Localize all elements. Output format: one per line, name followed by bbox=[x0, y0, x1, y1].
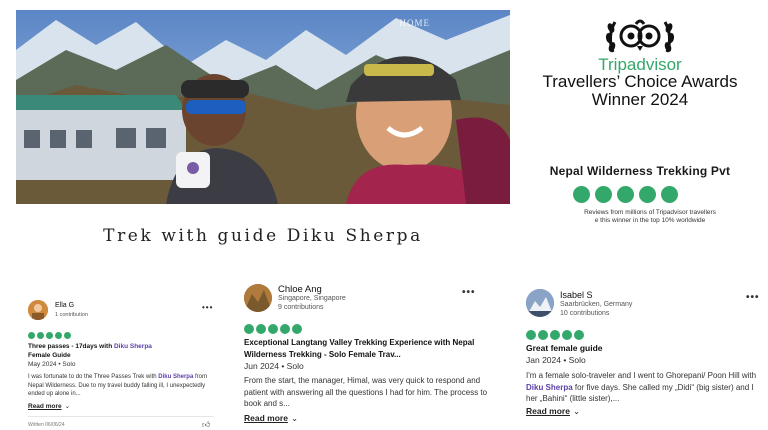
review-body: From the start, the manager, Himal, was … bbox=[244, 376, 488, 408]
review-rating bbox=[526, 330, 584, 340]
reviewer-location: Saarbrücken, Germany bbox=[560, 301, 633, 308]
review-card: Ella G 1 contribution ••• Three passes -… bbox=[22, 290, 218, 430]
reviewer-contributions: 1 contribution bbox=[55, 312, 89, 318]
hero-watermark: HOME bbox=[399, 18, 430, 28]
tripadvisor-laurel-icon bbox=[605, 14, 675, 56]
rating-bubble bbox=[538, 330, 548, 340]
more-options-icon[interactable]: ••• bbox=[202, 303, 213, 312]
thumbs-up-icon[interactable]: 👍︎ bbox=[202, 420, 210, 430]
review-body-highlight: Diku Sherpa bbox=[526, 382, 573, 392]
rating-bubble bbox=[573, 186, 590, 203]
review-date: Jan 2024 • Solo bbox=[526, 355, 586, 365]
rating-bubble bbox=[55, 332, 62, 339]
read-more-label: Read more bbox=[244, 413, 288, 423]
review-title[interactable]: Three passes - 17days with Diku Sherpa F… bbox=[28, 342, 214, 360]
company-note-line-1: Reviews from millions of Tripadvisor tra… bbox=[584, 209, 716, 216]
written-date: Written 06/06/24 bbox=[28, 422, 65, 428]
review-title-suffix: Female Guide bbox=[28, 352, 71, 359]
company-note: Reviews from millions of Tripadvisor tra… bbox=[560, 209, 740, 225]
review-body-text: I was fortunate to do the Three Passes T… bbox=[28, 374, 159, 380]
review-rating bbox=[244, 324, 302, 334]
review-title-highlight: Diku Sherpa bbox=[113, 343, 152, 350]
tripadvisor-award: Tripadvisor Travellers’ Choice Awards Wi… bbox=[520, 10, 760, 110]
reviewer-name[interactable]: Ella G bbox=[55, 302, 74, 309]
rating-bubble bbox=[639, 186, 656, 203]
rating-bubble bbox=[526, 330, 536, 340]
rating-bubble bbox=[28, 332, 35, 339]
reviewer-name[interactable]: Chloe Ang bbox=[278, 284, 322, 295]
rating-bubble bbox=[256, 324, 266, 334]
rating-bubble bbox=[64, 332, 71, 339]
review-body: I'm a female solo-traveler and I went to… bbox=[526, 370, 762, 405]
review-title-text: Three passes - 17days with bbox=[28, 343, 114, 350]
company-name: Nepal Wilderness Trekking Pvt bbox=[549, 164, 731, 178]
rating-bubble bbox=[37, 332, 44, 339]
rating-bubble bbox=[46, 332, 53, 339]
chevron-down-icon: ⌄ bbox=[64, 403, 71, 410]
rating-bubble bbox=[244, 324, 254, 334]
rating-bubble bbox=[661, 186, 678, 203]
avatar[interactable] bbox=[244, 284, 272, 312]
read-more-link[interactable]: Read more ⌄ bbox=[244, 413, 298, 424]
reviewer-contributions: 10 contributions bbox=[560, 310, 610, 317]
avatar[interactable] bbox=[28, 300, 48, 320]
rating-bubble bbox=[562, 330, 572, 340]
divider bbox=[28, 416, 214, 417]
rating-bubble bbox=[574, 330, 584, 340]
read-more-label: Read more bbox=[526, 406, 570, 416]
rating-bubble bbox=[268, 324, 278, 334]
avatar[interactable] bbox=[526, 289, 554, 317]
more-options-icon[interactable]: ••• bbox=[746, 292, 760, 303]
rating-bubble bbox=[550, 330, 560, 340]
review-title[interactable]: Great female guide bbox=[526, 343, 762, 354]
company-note-line-2: e this winner in the top 10% worldwide bbox=[594, 217, 706, 224]
photo-caption: Trek with guide Diku Sherpa bbox=[103, 226, 423, 246]
more-options-icon[interactable]: ••• bbox=[462, 287, 476, 298]
review-title[interactable]: Exceptional Langtang Valley Trekking Exp… bbox=[244, 337, 488, 361]
review-body-highlight: Diku Sherpa bbox=[158, 374, 194, 380]
reviewer-location: Singapore, Singapore bbox=[278, 295, 346, 302]
award-year: Winner 2024 bbox=[591, 90, 689, 109]
rating-bubble bbox=[617, 186, 634, 203]
review-body: I was fortunate to do the Three Passes T… bbox=[28, 373, 214, 399]
award-title: Travellers’ Choice Awards bbox=[542, 72, 738, 91]
tripadvisor-brand: Tripadvisor bbox=[598, 55, 682, 74]
review-card: Chloe Ang Singapore, Singapore 9 contrib… bbox=[236, 276, 492, 430]
review-rating bbox=[28, 332, 71, 339]
review-card: Isabel S Saarbrücken, Germany 10 contrib… bbox=[520, 283, 766, 430]
read-more-label: Read more bbox=[28, 403, 62, 410]
chevron-down-icon: ⌄ bbox=[290, 413, 299, 423]
read-more-link[interactable]: Read more ⌄ bbox=[526, 406, 580, 417]
review-body-text: I'm a female solo-traveler and I went to… bbox=[526, 371, 757, 380]
rating-bubble bbox=[280, 324, 290, 334]
rating-bubble bbox=[595, 186, 612, 203]
reviewer-contributions: 9 contributions bbox=[278, 304, 324, 311]
review-date: Jun 2024 • Solo bbox=[244, 361, 304, 371]
hero-photo-scene bbox=[16, 10, 510, 204]
reviewer-name[interactable]: Isabel S bbox=[560, 290, 593, 300]
read-more-link[interactable]: Read more ⌄ bbox=[28, 402, 70, 410]
rating-bubble bbox=[292, 324, 302, 334]
company-rating bbox=[573, 186, 678, 203]
chevron-down-icon: ⌄ bbox=[572, 406, 581, 416]
hero-photo: HOME bbox=[16, 10, 510, 204]
review-date: May 2024 • Solo bbox=[28, 361, 76, 368]
